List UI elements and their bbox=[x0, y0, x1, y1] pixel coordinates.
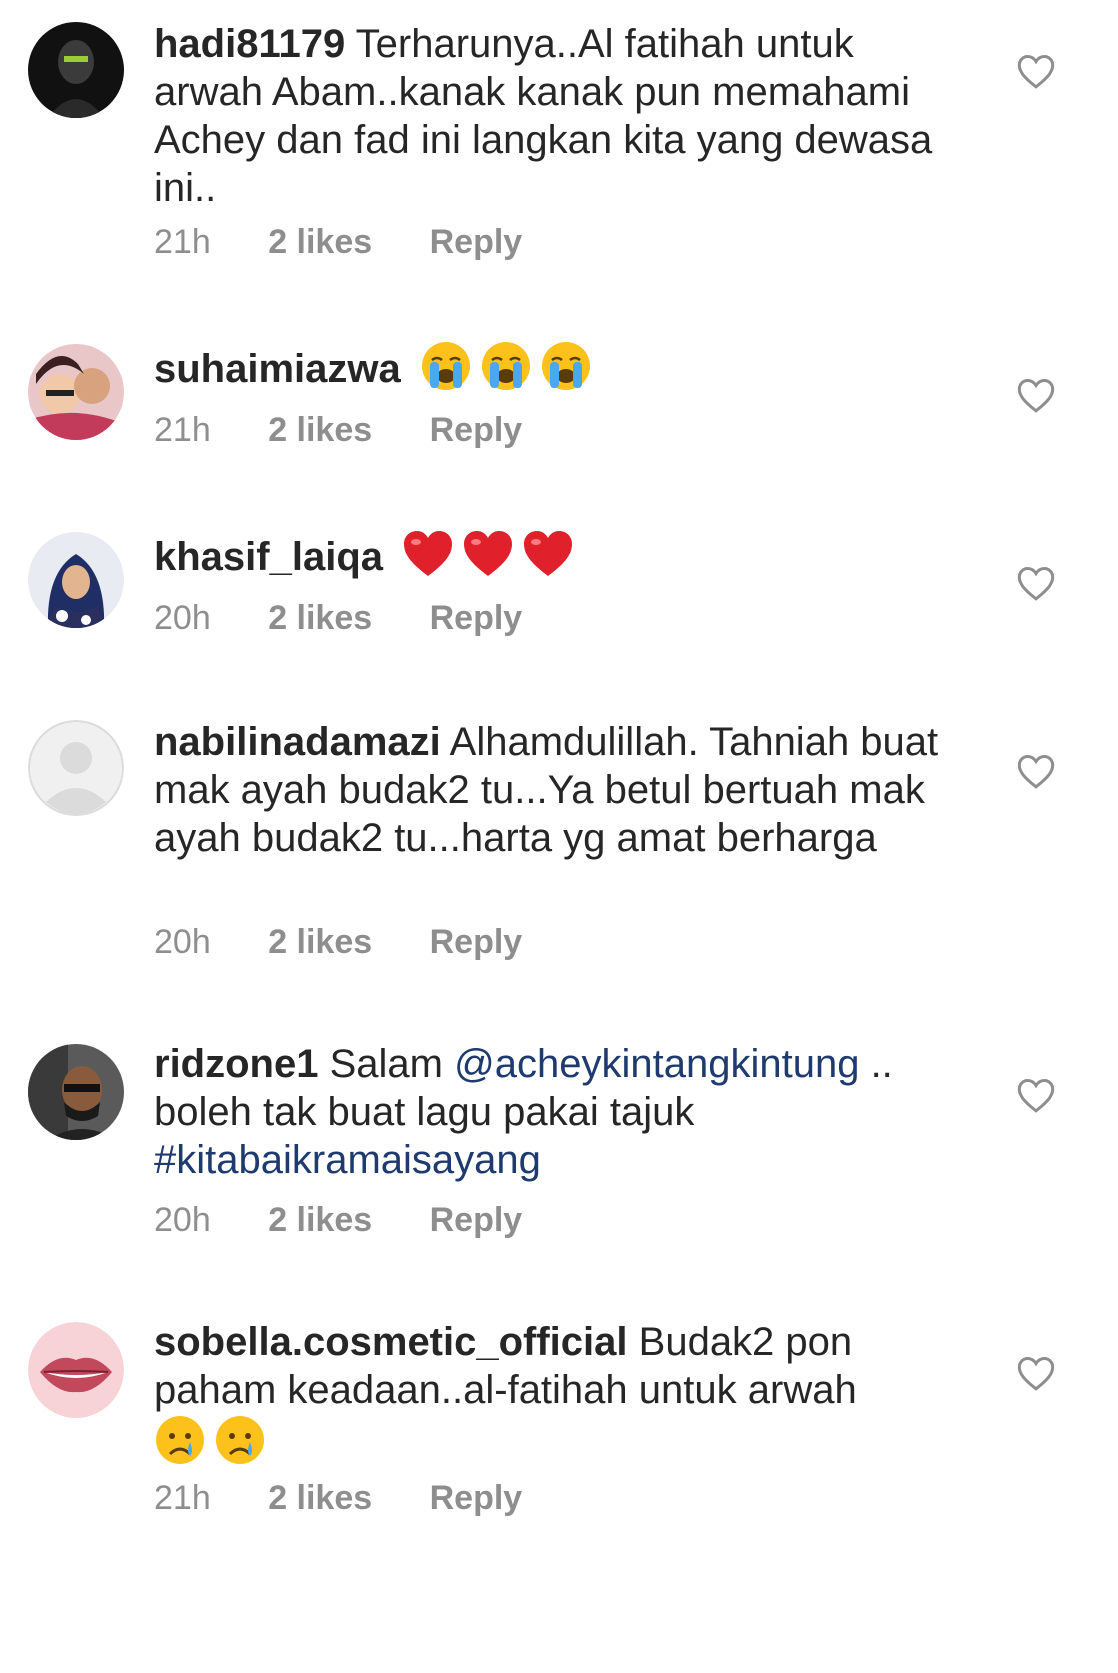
comment-body: khasif_laiqa bbox=[154, 528, 954, 581]
comment-meta: 21h 2 likes Reply bbox=[154, 222, 522, 262]
avatar[interactable] bbox=[28, 720, 124, 816]
hashtag-link[interactable]: #kitabaikramaisayang bbox=[154, 1138, 541, 1182]
crying-face-icon bbox=[214, 1414, 266, 1466]
likes-count[interactable]: 2 likes bbox=[268, 1478, 372, 1518]
reply-button[interactable]: Reply bbox=[430, 598, 523, 638]
comment-username[interactable]: khasif_laiqa bbox=[154, 535, 383, 579]
comment-username[interactable]: suhaimiazwa bbox=[154, 347, 401, 391]
likes-count[interactable]: 2 likes bbox=[268, 922, 372, 962]
comment-time: 20h bbox=[154, 923, 211, 961]
loudly-crying-face-icon bbox=[540, 340, 592, 392]
comment-body: sobella.cosmetic_official Budak2 pon pah… bbox=[154, 1318, 954, 1467]
comment-text-before: Salam bbox=[329, 1042, 443, 1086]
reply-button[interactable]: Reply bbox=[430, 1478, 523, 1518]
comment-meta: 21h 2 likes Reply bbox=[154, 410, 522, 450]
comment-meta: 20h 2 likes Reply bbox=[154, 598, 522, 638]
likes-count[interactable]: 2 likes bbox=[268, 222, 372, 262]
likes-count[interactable]: 2 likes bbox=[268, 1200, 372, 1240]
loudly-crying-face-icon bbox=[480, 340, 532, 392]
comment-username[interactable]: nabilinadamazi bbox=[154, 720, 441, 764]
avatar[interactable] bbox=[28, 1044, 124, 1140]
mention-link[interactable]: @acheykintangkintung bbox=[454, 1042, 859, 1086]
comment-time: 20h bbox=[154, 1201, 211, 1239]
like-heart-icon[interactable] bbox=[1016, 564, 1056, 602]
comment-body: hadi81179 Terharunya..Al fatihah untuk a… bbox=[154, 20, 954, 212]
comment-body: ridzone1 Salam @acheykintangkintung .. b… bbox=[154, 1040, 934, 1184]
red-heart-icon bbox=[462, 528, 514, 580]
like-heart-icon[interactable] bbox=[1016, 1354, 1056, 1392]
comment-meta: 21h 2 likes Reply bbox=[154, 1478, 522, 1518]
avatar[interactable] bbox=[28, 1322, 124, 1418]
comment-body: suhaimiazwa bbox=[154, 340, 954, 393]
comment-time: 20h bbox=[154, 599, 211, 637]
like-heart-icon[interactable] bbox=[1016, 376, 1056, 414]
comment-meta: 20h 2 likes Reply bbox=[154, 922, 522, 962]
likes-count[interactable]: 2 likes bbox=[268, 410, 372, 450]
comment-meta: 20h 2 likes Reply bbox=[154, 1200, 522, 1240]
comment-time: 21h bbox=[154, 223, 211, 261]
reply-button[interactable]: Reply bbox=[430, 922, 523, 962]
avatar[interactable] bbox=[28, 22, 124, 118]
comment-username[interactable]: hadi81179 bbox=[154, 22, 345, 66]
like-heart-icon[interactable] bbox=[1016, 1076, 1056, 1114]
reply-button[interactable]: Reply bbox=[430, 1200, 523, 1240]
red-heart-icon bbox=[402, 528, 454, 580]
like-heart-icon[interactable] bbox=[1016, 752, 1056, 790]
avatar[interactable] bbox=[28, 344, 124, 440]
comment-body: nabilinadamazi Alhamdulillah. Tahniah bu… bbox=[154, 718, 954, 862]
comment-username[interactable]: ridzone1 bbox=[154, 1042, 318, 1086]
loudly-crying-face-icon bbox=[420, 340, 472, 392]
red-heart-icon bbox=[522, 528, 574, 580]
comment-time: 21h bbox=[154, 1479, 211, 1517]
likes-count[interactable]: 2 likes bbox=[268, 598, 372, 638]
reply-button[interactable]: Reply bbox=[430, 410, 523, 450]
crying-face-icon bbox=[154, 1414, 206, 1466]
reply-button[interactable]: Reply bbox=[430, 222, 523, 262]
avatar[interactable] bbox=[28, 532, 124, 628]
comment-time: 21h bbox=[154, 411, 211, 449]
comment-username[interactable]: sobella.cosmetic_official bbox=[154, 1320, 628, 1364]
like-heart-icon[interactable] bbox=[1016, 52, 1056, 90]
